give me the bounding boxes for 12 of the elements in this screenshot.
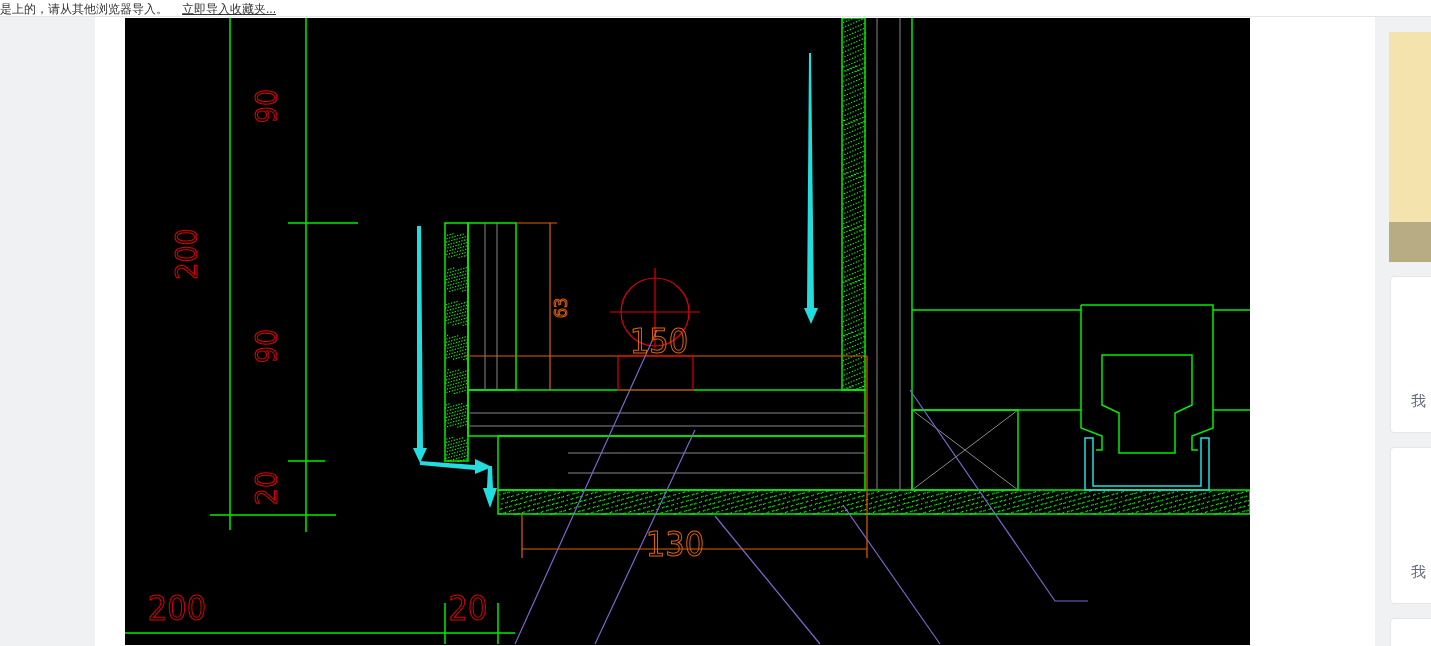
dimension-label: 130 [645,523,705,564]
dimension-label: 200 [147,587,207,628]
notice-text: 是上的，请从其他浏览器导入。 [0,2,168,16]
card-text: 我 [1411,390,1426,411]
card-text: 我 [1411,561,1426,582]
import-link[interactable]: 立即导入收藏夹... [182,2,276,16]
dimension-label: 20 [248,470,284,506]
dimension-label: 90 [248,328,284,364]
dimension-label: 63 [550,297,571,319]
dimension-label: 20 [448,587,488,628]
dimension-label: 200 [168,228,204,280]
dimension-label: 90 [248,88,284,124]
